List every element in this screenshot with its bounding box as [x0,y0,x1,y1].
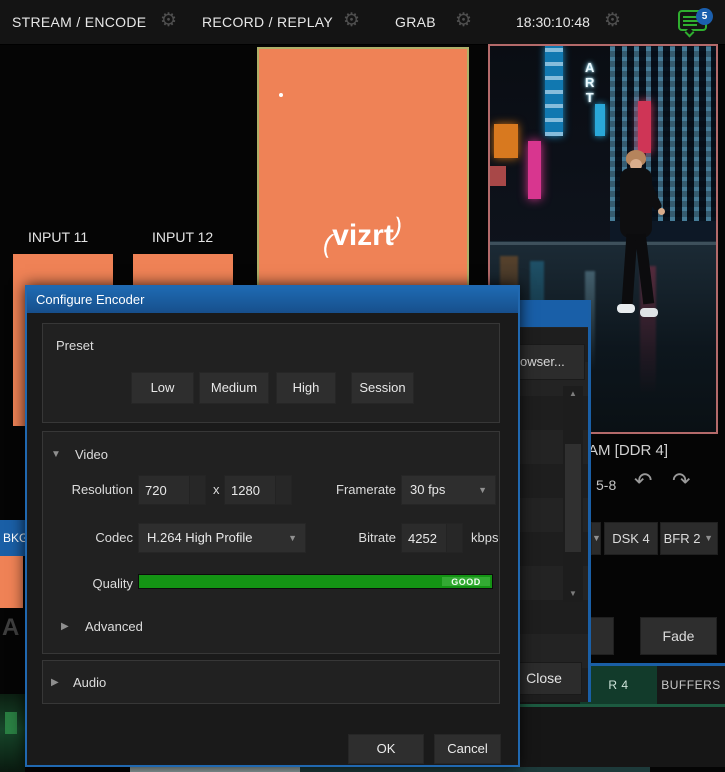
audio-section-label[interactable]: Audio [73,675,106,690]
photo-red-sign [638,101,651,153]
scrollbar[interactable]: ▲ ▼ [563,386,583,602]
bitrate-spinner[interactable] [446,524,462,552]
quality-status-badge: GOOD [442,577,490,586]
logo-dot [279,93,283,97]
input-12-label: INPUT 12 [152,229,213,245]
photo-small-cyan-sign [595,104,605,136]
preset-high-button[interactable]: High [276,372,336,404]
scroll-down-icon[interactable]: ▼ [563,586,583,602]
bitrate-label: Bitrate [293,530,396,545]
photo-art-neon-sign: ART [585,60,594,105]
advanced-collapse-chevron-right-icon[interactable]: ▶ [61,621,69,632]
quality-meter: GOOD [138,574,493,589]
width-spinner[interactable] [189,476,205,504]
codec-dropdown[interactable]: H.264 High Profile ▼ [138,523,306,553]
bottom-thumbnail-sliver-dark [300,767,650,772]
fade-button[interactable]: Fade [640,617,717,655]
undo-icon[interactable]: ↶ [634,468,652,494]
preset-label: Preset [56,338,94,353]
scroll-up-icon[interactable]: ▲ [563,386,583,402]
resolution-width-field [138,475,206,505]
photo-curb-line [490,242,716,245]
dialog-body: Preset Low Medium High Session ▼ Video R… [27,313,518,765]
menu-record-replay[interactable]: RECORD / REPLAY [202,14,333,30]
stream-source-label: AM [DDR 4] [588,442,668,459]
chevron-down-icon: ▼ [478,476,487,504]
bitrate-unit-label: kbps [471,530,498,545]
notification-count-badge: 5 [696,8,713,25]
bfr2-button[interactable]: BFR 2 ▼ [660,522,718,555]
resolution-height-input[interactable] [225,476,275,504]
record-settings-gear-icon[interactable]: ⚙ [343,11,360,31]
bkg-tab[interactable]: BKG [0,520,25,556]
left-thumbnail-orange[interactable] [0,556,23,608]
redo-icon[interactable]: ↷ [672,468,690,494]
photo-pink-sign [528,141,541,199]
dsk4-button[interactable]: DSK 4 [604,522,658,555]
menu-grab[interactable]: GRAB [395,14,436,30]
bottom-thumbnail-sliver-light [130,767,300,772]
resolution-label: Resolution [63,482,133,497]
background-window-border [588,300,591,702]
left-thumbnail-neon[interactable] [0,694,25,772]
clipped-dropdown-button[interactable]: ▼ [591,522,601,555]
preset-medium-button[interactable]: Medium [199,372,269,404]
clock-settings-gear-icon[interactable]: ⚙ [604,11,621,31]
timecode-clock: 18:30:10:48 [516,14,590,30]
bitrate-input[interactable] [402,524,446,552]
ok-button[interactable]: OK [348,734,424,764]
resolution-separator: x [213,482,220,497]
advanced-section-label[interactable]: Advanced [85,619,143,634]
vizrt-logo: (vizrt) [323,219,402,253]
configure-encoder-dialog: Configure Encoder Preset Low Medium High… [25,285,520,767]
photo-red-small-sign [490,166,506,186]
video-section-label: Video [75,447,108,462]
framerate-dropdown[interactable]: 30 fps ▼ [401,475,496,505]
preset-low-button[interactable]: Low [131,372,194,404]
app-window: STREAM / ENCODE ⚙ RECORD / REPLAY ⚙ GRAB… [0,0,725,772]
scrollbar-thumb[interactable] [565,444,581,552]
preview-monitor[interactable]: (vizrt) [257,47,469,287]
quality-label: Quality [63,576,133,591]
preset-group: Preset Low Medium High Session [42,323,500,423]
left-ftb-a-glyph: A [2,614,19,642]
chevron-down-icon: ▼ [704,523,713,554]
input-11-label: INPUT 11 [28,229,88,245]
dialog-titlebar[interactable]: Configure Encoder [27,287,518,313]
resolution-width-input[interactable] [139,476,189,504]
video-group: ▼ Video Resolution x Framerate 30 fps ▼ [42,431,500,654]
bitrate-field [401,523,463,553]
tab-ddr4[interactable]: R 4 [580,666,657,704]
preset-session-button[interactable]: Session [351,372,414,404]
audio-collapse-chevron-right-icon[interactable]: ▶ [51,677,59,688]
video-collapse-chevron-down-icon[interactable]: ▼ [51,449,61,460]
framerate-label: Framerate [293,482,396,497]
photo-cyan-sign [545,46,563,136]
resolution-height-field [224,475,292,505]
tab-buffers[interactable]: BUFFERS [657,666,725,704]
bottom-panel [520,707,725,767]
grab-settings-gear-icon[interactable]: ⚙ [455,11,472,31]
height-spinner[interactable] [275,476,291,504]
preset-range-label: 5-8 [596,477,616,493]
codec-label: Codec [63,530,133,545]
photo-orange-sign [494,124,518,158]
top-menu-bar: STREAM / ENCODE ⚙ RECORD / REPLAY ⚙ GRAB… [0,0,725,45]
menu-stream-encode[interactable]: STREAM / ENCODE [12,14,146,30]
notifications-button[interactable]: 5 [678,8,712,38]
cancel-button[interactable]: Cancel [434,734,501,764]
audio-group: ▶ Audio [42,660,500,704]
stream-settings-gear-icon[interactable]: ⚙ [160,11,177,31]
